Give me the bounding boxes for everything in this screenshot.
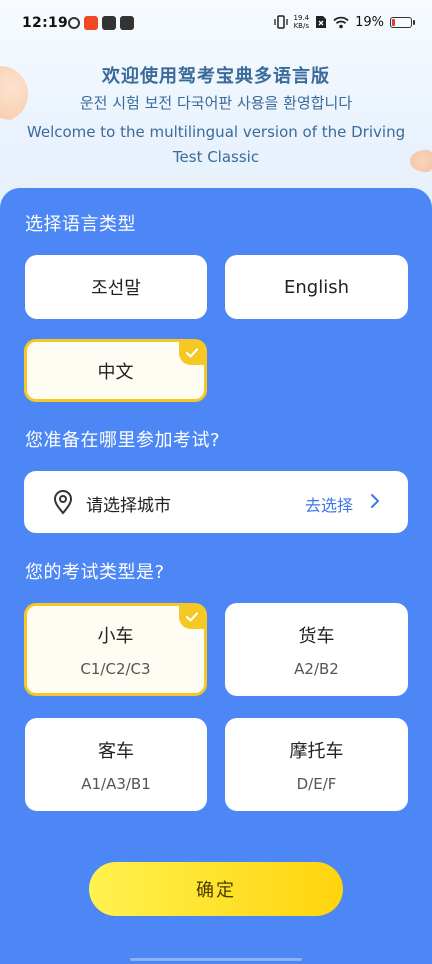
mail-icon — [102, 16, 116, 30]
exam-type-truck[interactable]: 货车 A2/B2 — [225, 603, 408, 696]
city-selector[interactable]: 请选择城市 去选择 — [24, 471, 408, 533]
vibrate-icon — [273, 15, 288, 29]
checkmark-icon — [179, 606, 204, 629]
exam-type-code: A1/A3/B1 — [81, 774, 151, 793]
exam-type-code: D/E/F — [296, 774, 337, 793]
language-section-title: 选择语言类型 — [25, 214, 136, 235]
language-option-english[interactable]: English — [225, 255, 408, 319]
net-speed-unit: KB/s — [293, 22, 309, 30]
battery-percent: 19% — [355, 14, 384, 30]
language-option-chinese[interactable]: 中文 — [24, 339, 207, 402]
exam-type-bus[interactable]: 客车 A1/A3/B1 — [25, 718, 207, 811]
language-option-label: 中文 — [97, 361, 134, 383]
chevron-right-icon — [371, 494, 379, 508]
language-option-label: English — [284, 276, 349, 298]
exam-type-label: 货车 — [298, 625, 335, 647]
exam-type-code: A2/B2 — [294, 659, 339, 678]
no-sim-icon — [316, 16, 327, 28]
welcome-title-ko: 운전 시험 보전 다국어판 사용을 환영합니다 — [79, 94, 353, 112]
checkmark-icon — [179, 342, 204, 365]
app-red-icon — [84, 16, 98, 30]
net-speed-value: 19.4 — [293, 14, 310, 22]
status-app-icons — [68, 16, 134, 30]
wifi-icon — [333, 16, 349, 28]
status-time: 12:19 — [22, 15, 69, 31]
language-option-label: 조선말 — [91, 278, 141, 299]
choose-city-link[interactable]: 去选择 — [305, 492, 353, 516]
exam-type-label: 客车 — [98, 740, 134, 762]
battery-icon — [390, 16, 415, 28]
welcome-title-zh: 欢迎使用驾考宝典多语言版 — [102, 66, 330, 87]
welcome-title-en: Welcome to the multilingual version of t… — [26, 123, 406, 166]
confirm-button[interactable]: 确定 — [89, 862, 343, 916]
location-section-title: 您准备在哪里参加考试? — [25, 430, 221, 451]
exam-section-title: 您的考试类型是? — [25, 562, 165, 583]
location-pin-icon — [53, 490, 73, 515]
city-placeholder: 请选择城市 — [86, 496, 171, 516]
status-right: 19.4 KB/s 19% — [273, 14, 415, 30]
link-icon — [68, 17, 80, 29]
exam-type-motorcycle[interactable]: 摩托车 D/E/F — [225, 718, 408, 811]
net-speed: 19.4 KB/s — [294, 14, 310, 30]
home-indicator[interactable] — [130, 958, 302, 961]
exam-type-code: C1/C2/C3 — [80, 659, 151, 678]
status-bar: 12:19 19.4 KB/s 19% — [0, 0, 432, 50]
settings-panel: 选择语言类型 조선말 English 中文 您准备在哪里参加考试? 请选择城市 … — [0, 188, 432, 964]
language-option-korean[interactable]: 조선말 — [25, 255, 207, 319]
exam-type-label: 小车 — [97, 625, 134, 647]
play-store-icon — [120, 16, 134, 30]
exam-type-car[interactable]: 小车 C1/C2/C3 — [24, 603, 207, 696]
exam-type-label: 摩托车 — [289, 740, 344, 762]
